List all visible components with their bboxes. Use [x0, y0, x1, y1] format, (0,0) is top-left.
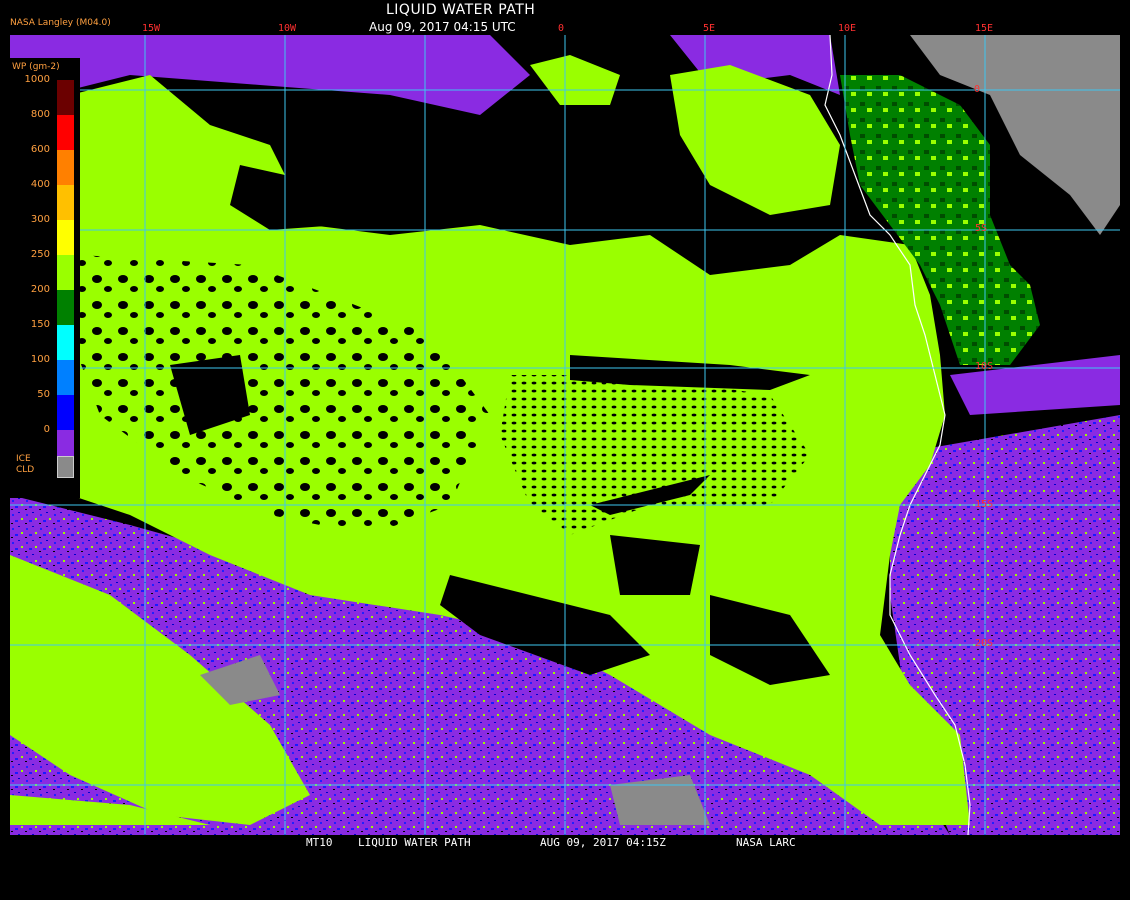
lon-label-0: 0 — [558, 23, 565, 34]
map-title: LIQUID WATER PATH — [386, 2, 536, 18]
footer-title: LIQUID WATER PATH — [358, 836, 471, 849]
color-legend: WP (gm-2) 1000 800 600 400 300 250 200 1… — [10, 58, 80, 498]
footer-datetime: AUG 09, 2017 04:15Z — [540, 836, 666, 849]
map-datetime: Aug 09, 2017 04:15 UTC — [369, 20, 516, 34]
legend-swatch-3 — [57, 185, 74, 220]
footer-bar: MT10 LIQUID WATER PATH AUG 09, 2017 04:1… — [0, 835, 1130, 850]
lon-label-10w: 10W — [278, 23, 297, 34]
legend-tick-50: 50 — [37, 389, 50, 400]
legend-ice-swatch — [57, 456, 74, 478]
legend-swatch-0 — [57, 80, 74, 115]
lat-label-5s: 5S — [975, 223, 988, 234]
legend-tick-150: 150 — [30, 319, 50, 330]
footer-product: MT10 — [306, 836, 333, 849]
map-canvas — [10, 35, 1120, 835]
legend-tick-250: 250 — [30, 249, 50, 260]
legend-swatch-8 — [57, 360, 74, 395]
legend-tick-1000: 1000 — [24, 74, 50, 85]
legend-tick-0: 0 — [43, 424, 50, 435]
legend-tick-200: 200 — [30, 284, 50, 295]
legend-swatch-5 — [57, 255, 74, 290]
satellite-map — [10, 35, 1120, 835]
legend-tick-600: 600 — [30, 144, 50, 155]
lon-label-15w: 15W — [142, 23, 161, 34]
lon-label-15e: 15E — [975, 23, 994, 34]
lon-label-10e: 10E — [838, 23, 857, 34]
legend-tick-800: 800 — [30, 109, 50, 120]
lat-label-0: 0 — [974, 84, 981, 95]
lat-label-10s: 10S — [975, 361, 994, 372]
agency-label: NASA Langley (M04.0) — [10, 18, 111, 28]
lat-label-20s: 20S — [975, 638, 994, 649]
lon-label-5e: 5E — [703, 23, 716, 34]
legend-tick-300: 300 — [30, 214, 50, 225]
footer-agency: NASA LARC — [736, 836, 796, 849]
legend-swatch-1 — [57, 115, 74, 150]
legend-swatch-2 — [57, 150, 74, 185]
legend-swatch-7 — [57, 325, 74, 360]
legend-title: WP (gm-2) — [12, 62, 60, 72]
legend-swatch-4 — [57, 220, 74, 255]
legend-swatch-9 — [57, 395, 74, 430]
legend-swatch-6 — [57, 290, 74, 325]
legend-ice-label: ICE CLD — [16, 454, 35, 475]
legend-tick-100: 100 — [30, 354, 50, 365]
lat-label-15s: 15S — [975, 499, 994, 510]
legend-tick-400: 400 — [30, 179, 50, 190]
